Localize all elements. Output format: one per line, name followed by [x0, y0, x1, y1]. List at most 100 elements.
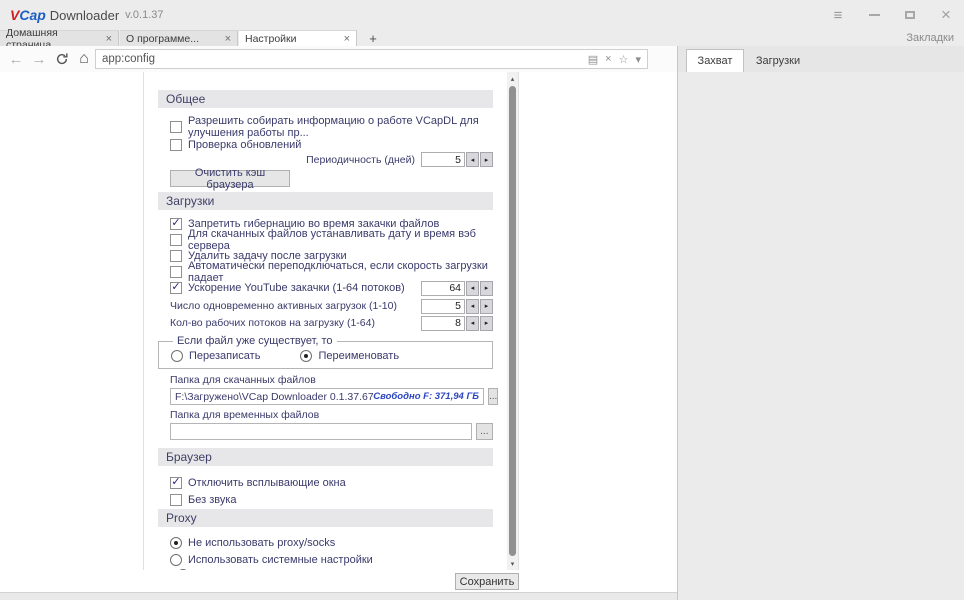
menu-icon[interactable]: ≡: [820, 0, 856, 30]
checkbox-collect-info[interactable]: ✓ Разрешить собирать информацию о работе…: [158, 115, 493, 139]
scrollbar-thumb[interactable]: [509, 86, 516, 556]
settings-scrollbar[interactable]: ▴ ▾: [507, 72, 518, 570]
active-downloads-spinner[interactable]: ◂ ▸: [421, 298, 493, 314]
worker-threads-input[interactable]: [421, 315, 465, 331]
radio-label: Перезаписать: [189, 350, 261, 362]
scroll-up-icon[interactable]: ▴: [507, 72, 518, 85]
period-input[interactable]: [421, 152, 465, 167]
tab-close-icon[interactable]: ×: [225, 33, 231, 45]
youtube-threads-spinner[interactable]: ◂ ▸: [421, 280, 493, 296]
section-header-proxy: Proxy: [158, 509, 493, 527]
radio-rename[interactable]: Переименовать: [300, 350, 399, 362]
forward-button[interactable]: →: [29, 46, 49, 72]
maximize-icon: [905, 11, 915, 19]
radio[interactable]: [170, 536, 182, 549]
worker-threads-spinner[interactable]: ◂ ▸: [421, 315, 493, 331]
page-icon[interactable]: ▤: [588, 53, 598, 66]
spin-increment-icon[interactable]: ▸: [480, 280, 493, 296]
tab-about[interactable]: О программе... ×: [120, 30, 238, 46]
checkbox[interactable]: ✓: [170, 249, 182, 262]
spin-decrement-icon[interactable]: ◂: [466, 280, 479, 296]
clear-icon[interactable]: ×: [605, 53, 611, 65]
checkbox[interactable]: ✓: [170, 282, 182, 294]
checkbox[interactable]: ✓: [170, 265, 182, 278]
radio[interactable]: [170, 553, 182, 566]
browser-tabbar: Домашняя страница × О программе... × Нас…: [0, 27, 964, 51]
tab-label: О программе...: [126, 32, 199, 45]
radio-label: Proxy: [194, 569, 222, 570]
bookmarks-label[interactable]: Закладки: [906, 30, 954, 46]
section-header-general: Общее: [158, 90, 493, 108]
section-header-downloads: Загрузки: [158, 192, 493, 210]
tab-capture[interactable]: Захват: [686, 49, 744, 72]
maximize-button[interactable]: [892, 0, 928, 30]
right-panel-content: [678, 72, 964, 600]
radio-system-proxy[interactable]: Использовать системные настройки: [158, 552, 493, 567]
spin-increment-icon[interactable]: ▸: [480, 152, 493, 167]
clear-cache-button[interactable]: Очистить кэш браузера: [170, 167, 290, 191]
checkbox-auto-reconnect[interactable]: ✓ Автоматически переподключаться, если с…: [158, 260, 493, 284]
checkbox[interactable]: ✓: [170, 493, 182, 506]
radio[interactable]: [300, 350, 313, 362]
checkbox-youtube-boost[interactable]: ✓ Ускорение YouTube закачки (1-64 потоко…: [158, 280, 493, 296]
checkbox[interactable]: ✓: [170, 216, 182, 230]
back-button[interactable]: ←: [6, 46, 26, 72]
spin-decrement-icon[interactable]: ◂: [466, 152, 479, 167]
checkbox-label: Проверка обновлений: [188, 138, 302, 151]
right-panel: Захват Загрузки: [677, 46, 964, 600]
tab-close-icon[interactable]: ×: [344, 33, 350, 45]
right-panel-tabbar: Захват Загрузки: [678, 46, 964, 72]
address-input[interactable]: [96, 53, 588, 65]
checkbox-check-updates[interactable]: ✓ Проверка обновлений: [158, 137, 493, 152]
checkbox[interactable]: ✓: [170, 120, 182, 133]
checkbox-mute[interactable]: ✓ Без звука: [158, 492, 493, 507]
minimize-button[interactable]: [856, 0, 892, 30]
browse-temp-folder-button[interactable]: ...: [475, 423, 493, 440]
youtube-threads-input[interactable]: [421, 280, 465, 296]
spin-increment-icon[interactable]: ▸: [480, 298, 493, 314]
check-icon: ✓: [171, 216, 181, 229]
checkbox-block-popups[interactable]: ✓ Отключить всплывающие окна: [158, 475, 493, 490]
tab-close-icon[interactable]: ×: [106, 33, 112, 45]
refresh-icon: [56, 53, 68, 65]
checkbox[interactable]: ✓: [170, 476, 182, 489]
checkbox[interactable]: ✓: [170, 233, 182, 246]
dropdown-icon[interactable]: ▾: [635, 53, 641, 66]
star-icon[interactable]: ☆: [619, 53, 629, 66]
radio-overwrite[interactable]: Перезаписать: [171, 350, 260, 362]
checkbox-label: Для скачанных файлов устанавливать дату …: [188, 227, 476, 252]
tab-home-page[interactable]: Домашняя страница ×: [0, 27, 119, 51]
checkbox-label: Без звука: [188, 493, 237, 506]
app-logo: V Cap Downloader v.0.1.37: [10, 0, 164, 30]
checkbox[interactable]: ✓: [170, 138, 182, 151]
download-folder-input[interactable]: F:\Загружено\VCap Downloader 0.1.37.6739…: [170, 388, 484, 405]
window-controls: ≡ ×: [820, 0, 964, 30]
radio-no-proxy[interactable]: Не использовать proxy/socks: [158, 535, 493, 550]
radio-label: Использовать системные настройки: [188, 553, 373, 566]
tab-downloads-panel[interactable]: Загрузки: [748, 49, 808, 72]
checkbox-server-datetime[interactable]: ✓ Для скачанных файлов устанавливать дат…: [158, 228, 493, 252]
address-bar[interactable]: ▤ × ☆ ▾: [95, 49, 648, 69]
radio-custom-proxy[interactable]: Proxy: [177, 569, 222, 570]
spin-decrement-icon[interactable]: ◂: [466, 315, 479, 331]
close-button[interactable]: ×: [928, 0, 964, 30]
save-button[interactable]: Сохранить: [455, 573, 519, 590]
new-tab-button[interactable]: +: [363, 30, 383, 46]
home-button[interactable]: ⌂: [74, 46, 94, 72]
tab-settings[interactable]: Настройки ×: [239, 30, 357, 46]
period-spinner[interactable]: ◂ ▸: [421, 152, 493, 167]
temp-folder-input[interactable]: [170, 423, 472, 440]
radio[interactable]: [177, 569, 189, 570]
refresh-button[interactable]: [52, 46, 72, 72]
logo-cap: Cap: [19, 7, 46, 23]
scroll-down-icon[interactable]: ▾: [507, 557, 518, 570]
active-downloads-input[interactable]: [421, 298, 465, 314]
spin-increment-icon[interactable]: ▸: [480, 315, 493, 331]
settings-panel: Общее ✓ Разрешить собирать информацию о …: [143, 72, 519, 570]
radio-label: Переименовать: [318, 350, 400, 362]
proxy-legend: Proxy: [173, 569, 226, 570]
download-folder-label: Папка для скачанных файлов: [170, 374, 316, 386]
browse-download-folder-button[interactable]: ...: [488, 388, 499, 405]
spin-decrement-icon[interactable]: ◂: [466, 298, 479, 314]
radio[interactable]: [171, 350, 183, 362]
